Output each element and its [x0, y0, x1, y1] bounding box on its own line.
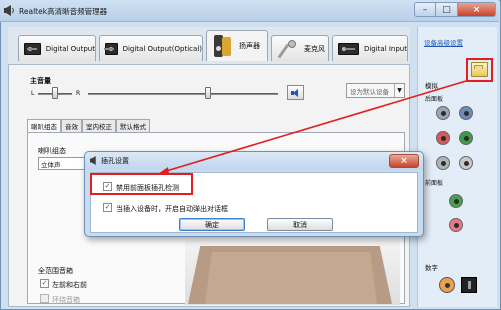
dialog-close-button[interactable]: × [389, 154, 419, 168]
tab-digital-output-optical[interactable]: Digital Output(Optical) [99, 35, 203, 61]
back-panel-jack-gray[interactable] [436, 106, 450, 120]
auto-popup-dialog-checkbox[interactable]: ✓ [103, 203, 112, 212]
volume-slider-thumb[interactable] [204, 87, 211, 99]
tab-digital-input[interactable]: Digital Input [332, 35, 408, 61]
ok-button[interactable]: 确定 [179, 218, 245, 231]
tab-digital-output[interactable]: Digital Output [18, 35, 96, 61]
speaker-preview-floor-inner [205, 252, 377, 304]
minimize-button[interactable]: – [414, 2, 436, 17]
back-panel-jack-silver[interactable] [436, 156, 450, 170]
tab-microphone[interactable]: 麦克风 [271, 35, 329, 61]
speaker-config-value: 立体声 [41, 160, 61, 169]
main-volume-label: 主音量 [30, 77, 51, 85]
front-panel-label: 前面板 [425, 180, 444, 187]
front-panel-jack-green[interactable] [449, 194, 463, 208]
front-left-right-checkbox[interactable]: ✓ [40, 279, 49, 288]
digital-input-device-icon [338, 42, 359, 55]
advanced-settings-link[interactable]: 设备高级设置 [424, 37, 463, 47]
set-default-device-dropdown[interactable]: 设为默认设备 ▼ [346, 83, 405, 98]
speaker-config-label: 喇叭组态 [38, 147, 66, 155]
check-icon: ✓ [104, 203, 111, 211]
window-title: Realtek高清晰音频管理器 [19, 7, 108, 16]
optical-output-jack-icon[interactable] [461, 277, 477, 293]
speaker-app-icon [90, 156, 96, 165]
volume-slider-track[interactable] [88, 93, 278, 95]
back-panel-jack-green[interactable] [459, 131, 473, 145]
optical-output-device-icon [103, 42, 118, 55]
speaker-app-icon [4, 5, 14, 16]
microphone-icon [277, 37, 299, 61]
balance-left-label: L [31, 90, 35, 97]
front-left-right-label: 左前和右前 [52, 281, 87, 289]
balance-slider-thumb[interactable] [52, 87, 58, 99]
window-titlebar[interactable]: Realtek高清晰音频管理器 – □ × [0, 0, 499, 22]
digital-label: 数字 [425, 264, 438, 272]
digital-output-device-icon [24, 42, 41, 55]
back-panel-jack-blue[interactable] [459, 106, 473, 120]
speaker-icon [212, 34, 234, 58]
cancel-button[interactable]: 取消 [267, 218, 333, 231]
window-controls: – □ × [414, 2, 496, 18]
set-default-device-label: 设为默认设备 [350, 87, 389, 96]
mute-button[interactable] [287, 85, 304, 100]
tab-room-correction[interactable]: 室内校正 [82, 119, 116, 132]
tab-speaker-config[interactable]: 喇叭组态 [27, 119, 61, 132]
coaxial-output-jack-icon[interactable] [439, 277, 455, 293]
back-panel-label: 后面板 [425, 96, 444, 103]
folder-highlight-box [466, 58, 493, 82]
balance-right-label: R [76, 90, 81, 97]
close-button[interactable]: × [458, 2, 496, 17]
chevron-down-icon: ▼ [394, 84, 404, 97]
check-icon: ✓ [41, 279, 48, 287]
fullrange-label: 全范围音箱 [38, 267, 73, 275]
dialog-titlebar[interactable]: 插孔设置 × [85, 152, 423, 170]
tab-label: 麦克风 [304, 44, 325, 53]
maximize-button[interactable]: □ [436, 2, 458, 17]
auto-popup-dialog-label: 当插入设备时，开启自动弹出对话框 [116, 205, 228, 213]
tab-label: Digital Output [45, 44, 95, 53]
volume-speaker-icon [291, 88, 300, 97]
surround-speakers-checkbox[interactable] [40, 294, 49, 303]
front-panel-jack-pink[interactable] [449, 218, 463, 232]
checkbox-highlight-box [90, 173, 193, 195]
tab-sound-effects[interactable]: 音效 [61, 119, 82, 132]
tab-speakers[interactable]: 扬声器 [206, 30, 268, 61]
speaker-sub-tabs: 喇叭组态 音效 室内校正 默认格式 [27, 119, 150, 132]
analog-label: 模拟 [425, 82, 438, 90]
back-panel-jack-red[interactable] [436, 131, 450, 145]
dialog-title: 插孔设置 [101, 157, 129, 165]
tab-default-format[interactable]: 默认格式 [116, 119, 150, 132]
back-panel-jack-light-gray[interactable] [459, 156, 473, 170]
surround-speakers-label: 环绕音箱 [52, 296, 80, 304]
tab-label: Digital Output(Optical) [122, 44, 202, 53]
tab-label: 扬声器 [239, 42, 260, 50]
tab-label: Digital Input [363, 44, 407, 53]
